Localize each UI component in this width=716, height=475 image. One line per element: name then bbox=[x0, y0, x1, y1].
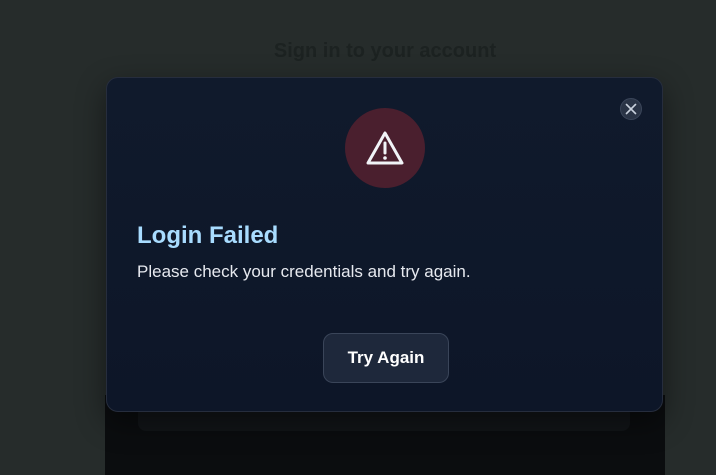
warning-icon-badge bbox=[345, 108, 425, 188]
close-button[interactable] bbox=[620, 98, 642, 120]
error-dialog: Login Failed Please check your credentia… bbox=[106, 77, 663, 412]
try-again-button[interactable]: Try Again bbox=[323, 333, 449, 383]
close-icon bbox=[625, 103, 637, 115]
warning-triangle-icon bbox=[366, 131, 404, 165]
dialog-title: Login Failed bbox=[137, 222, 279, 249]
dialog-message: Please check your credentials and try ag… bbox=[137, 262, 471, 281]
background-heading: Sign in to your account bbox=[273, 40, 497, 62]
